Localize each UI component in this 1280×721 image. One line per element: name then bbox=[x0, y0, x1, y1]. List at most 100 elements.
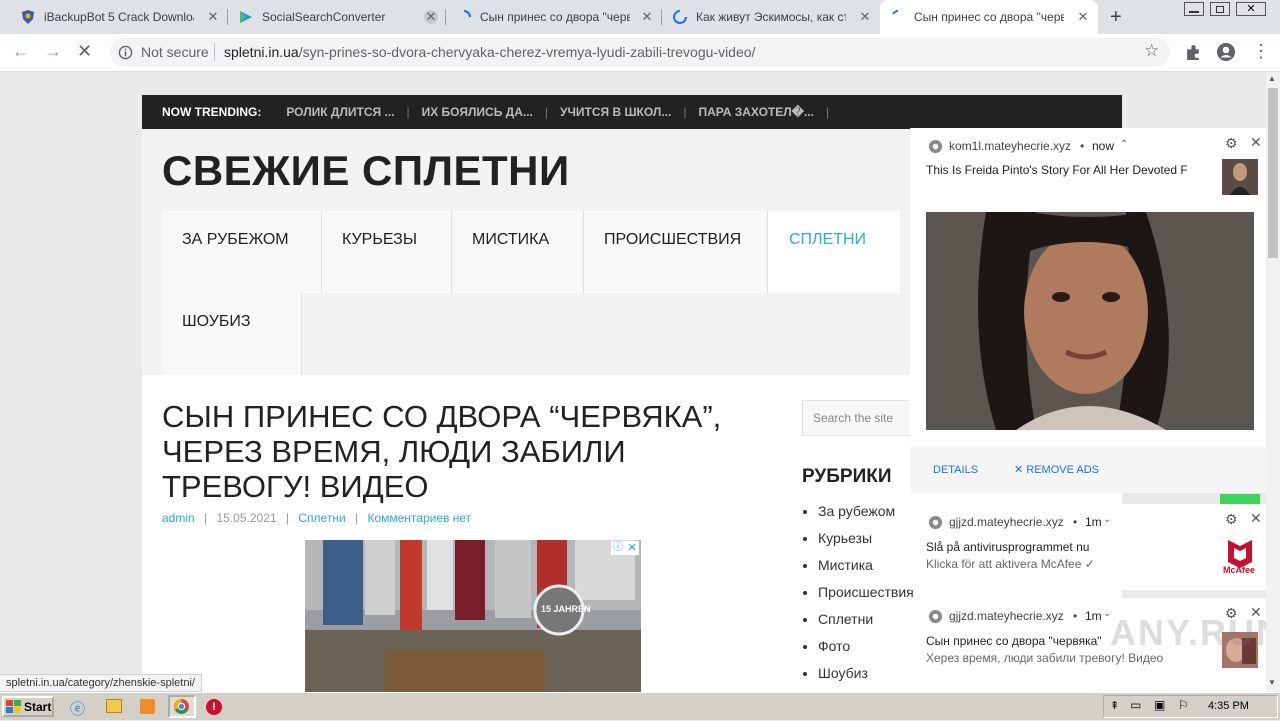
nav-label: МИСТИКА bbox=[472, 231, 550, 248]
profile-avatar-icon[interactable] bbox=[1216, 42, 1236, 62]
rubric-link[interactable]: За рубежом bbox=[818, 498, 914, 525]
gear-icon[interactable]: ⚙ bbox=[1225, 511, 1238, 528]
close-tab-icon[interactable]: ✕ bbox=[206, 10, 220, 24]
close-tab-icon[interactable]: ✕ bbox=[858, 10, 872, 24]
site-logo[interactable]: СВЕЖИЕ СПЛЕТНИ bbox=[162, 147, 570, 195]
close-notification-icon[interactable]: ✕ bbox=[1250, 510, 1262, 527]
rubric-link[interactable]: Курьезы bbox=[818, 525, 914, 552]
new-tab-icon[interactable]: + bbox=[1110, 6, 1122, 29]
page-scrollbar[interactable]: ▲ ▼ bbox=[1266, 72, 1280, 692]
rubric-link[interactable]: Мистика bbox=[818, 552, 914, 579]
tab-socialsearch[interactable]: SocialSearchConverter ✕ bbox=[228, 0, 446, 34]
nav-label: ЗА РУБЕЖОМ bbox=[182, 231, 289, 248]
tab-chervyak-1[interactable]: Сын принес со двора "червяка ✕ bbox=[446, 0, 662, 34]
remove-ads-icon: ✕ bbox=[1014, 464, 1027, 476]
close-tab-icon[interactable]: ✕ bbox=[1076, 10, 1090, 24]
trending-link[interactable]: ПАРА ЗАХОТЕЛ�... bbox=[698, 105, 814, 119]
address-bar[interactable]: Not secure spletni.in.ua/syn-prines-so-d… bbox=[110, 38, 1170, 67]
start-label: Start bbox=[24, 699, 52, 714]
menu-kebab-icon[interactable]: ⋮ bbox=[1252, 41, 1270, 62]
chevron-down-icon[interactable]: ⌄ bbox=[1103, 514, 1111, 525]
rubrics-list: За рубежом Курьезы Мистика Происшествия … bbox=[818, 498, 914, 687]
info-icon[interactable] bbox=[118, 45, 133, 60]
forward-icon[interactable]: → bbox=[44, 41, 62, 62]
category-link[interactable]: Сплетни bbox=[298, 511, 345, 525]
tray-flag-icon[interactable]: ⚐ bbox=[1178, 698, 1189, 712]
notification-subtext: Klicka för att aktivera McAfee ✓ bbox=[926, 557, 1095, 571]
tray-battery-icon[interactable]: ▭ bbox=[1130, 698, 1141, 712]
search-input[interactable]: Search the site bbox=[802, 400, 922, 436]
search-placeholder: Search the site bbox=[813, 411, 894, 425]
notification-source: gjjzd.mateyhecrie.xyz bbox=[949, 515, 1064, 529]
nav-label: КУРЬЕЗЫ bbox=[342, 231, 417, 248]
tray-arrow-icon[interactable]: ⇞ bbox=[1110, 699, 1119, 712]
gear-icon[interactable]: ⚙ bbox=[1225, 135, 1238, 152]
taskbar-chrome-active[interactable] bbox=[168, 695, 196, 718]
security-app-icon[interactable]: ! bbox=[206, 699, 222, 715]
close-tab-icon[interactable]: ✕ bbox=[424, 10, 438, 24]
details-button[interactable]: DETAILS bbox=[933, 464, 978, 476]
nav-item-spletni-active[interactable]: СПЛЕТНИ bbox=[768, 211, 900, 293]
scroll-up-icon[interactable]: ▲ bbox=[1268, 74, 1276, 83]
comments-link[interactable]: Комментариев нет bbox=[367, 511, 471, 525]
anyrun-watermark: ANY.RUN bbox=[1110, 612, 1266, 653]
notification-time: 1m bbox=[1085, 515, 1102, 529]
loading-spinner-icon bbox=[673, 10, 687, 24]
scroll-thumb[interactable] bbox=[1268, 88, 1278, 258]
folder-icon[interactable] bbox=[106, 699, 122, 713]
notification-mcafee[interactable]: gjjzd.mateyhecrie.xyz • 1m ⌄ ⚙ ✕ Slå på … bbox=[910, 504, 1266, 590]
url-text[interactable]: spletni.in.ua/syn-prines-so-dvora-chervy… bbox=[224, 44, 755, 60]
nav-item-kurezy[interactable]: КУРЬЕЗЫ bbox=[322, 211, 452, 293]
nav-item-proisshestviya[interactable]: ПРОИСШЕСТВИЯ bbox=[584, 211, 768, 293]
chrome-icon bbox=[928, 139, 943, 154]
scroll-down-icon[interactable]: ▼ bbox=[1268, 678, 1276, 687]
tab-ibackupbot[interactable]: iBackupBot 5 Crack Download Fu ✕ bbox=[10, 0, 228, 34]
trending-label: NOW TRENDING: bbox=[162, 105, 262, 119]
tray-network-icon[interactable]: ▣ bbox=[1154, 698, 1165, 712]
bookmark-star-icon[interactable]: ☆ bbox=[1144, 41, 1159, 61]
chrome-icon bbox=[174, 699, 189, 714]
nav-item-shoubiz[interactable]: ШОУБИЗ bbox=[162, 293, 302, 375]
tab-chervyak-active[interactable]: Сын принес со двора "червяк ✕ bbox=[880, 0, 1098, 34]
chevron-up-icon[interactable]: ⌃ bbox=[1120, 139, 1128, 150]
start-button[interactable]: Start bbox=[2, 696, 54, 717]
close-window-icon[interactable]: ✕ bbox=[1236, 2, 1266, 16]
close-ad-icon[interactable]: ✕ bbox=[625, 541, 639, 555]
url-path: /syn-prines-so-dvora-chervyaka-cherez-vr… bbox=[298, 44, 756, 60]
rubrics-heading: РУБРИКИ bbox=[802, 466, 892, 487]
restore-icon[interactable] bbox=[1210, 2, 1230, 16]
trending-link[interactable]: УЧИТСЯ В ШКОЛ... bbox=[560, 105, 671, 119]
remove-ads-button[interactable]: ✕ REMOVE ADS bbox=[1014, 463, 1099, 476]
ad-badge-text: 15 JAHREN bbox=[541, 604, 591, 614]
media-player-icon[interactable] bbox=[140, 699, 155, 714]
stop-loading-icon[interactable]: ✕ bbox=[77, 41, 92, 62]
notification-freida[interactable]: kom1l.mateyhecrie.xyz • now ⌃ ⚙ ✕ This I… bbox=[910, 128, 1266, 493]
adchoices-icon[interactable]: ⓘ bbox=[611, 541, 625, 555]
rubric-link[interactable]: Происшествия bbox=[818, 579, 914, 606]
trending-link[interactable]: РОЛИК ДЛИТСЯ ... bbox=[286, 105, 394, 119]
author-link[interactable]: admin bbox=[162, 511, 195, 525]
chrome-icon bbox=[928, 609, 943, 624]
nav-item-mistika[interactable]: МИСТИКА bbox=[452, 211, 584, 293]
close-tab-icon[interactable]: ✕ bbox=[640, 10, 654, 24]
notification-thumbnail bbox=[1222, 159, 1258, 195]
nav-label: ШОУБИЗ bbox=[182, 313, 251, 330]
rubric-link[interactable]: Фото bbox=[818, 633, 914, 660]
rubric-link[interactable]: Шоубиз bbox=[818, 660, 914, 687]
nav-item-abroad[interactable]: ЗА РУБЕЖОМ bbox=[162, 211, 322, 293]
notification-chervyak[interactable]: gjjzd.mateyhecrie.xyz • 1m ⌄ ⚙ ✕ Сын при… bbox=[910, 598, 1266, 692]
ie-icon[interactable]: ⓔ bbox=[70, 698, 85, 719]
trending-link[interactable]: ИХ БОЯЛИСЬ ДА... bbox=[422, 105, 533, 119]
ad-banner[interactable]: 15 JAHREN ⓘ ✕ bbox=[305, 540, 641, 692]
extensions-puzzle-icon[interactable] bbox=[1185, 44, 1202, 61]
close-notification-icon[interactable]: ✕ bbox=[1250, 134, 1262, 151]
rubric-link[interactable]: Сплетни bbox=[818, 606, 914, 633]
windows-taskbar: Start ⓔ ! ⇞ ▭ ▣ ⚐ 4:35 PM bbox=[0, 692, 1280, 720]
minimize-icon[interactable] bbox=[1184, 2, 1204, 16]
tab-eskimos[interactable]: Как живут Эскимосы, как стро ✕ bbox=[662, 0, 880, 34]
trending-bar: NOW TRENDING: РОЛИК ДЛИТСЯ ... | ИХ БОЯЛИ… bbox=[142, 95, 1122, 129]
back-icon[interactable]: ← bbox=[12, 41, 30, 62]
shield-favicon-icon bbox=[22, 10, 34, 24]
article-meta: admin | 15.05.2021 | Сплетни | Комментар… bbox=[162, 511, 472, 525]
notification-text: Сын принес со двора "червяка" bbox=[926, 634, 1102, 648]
